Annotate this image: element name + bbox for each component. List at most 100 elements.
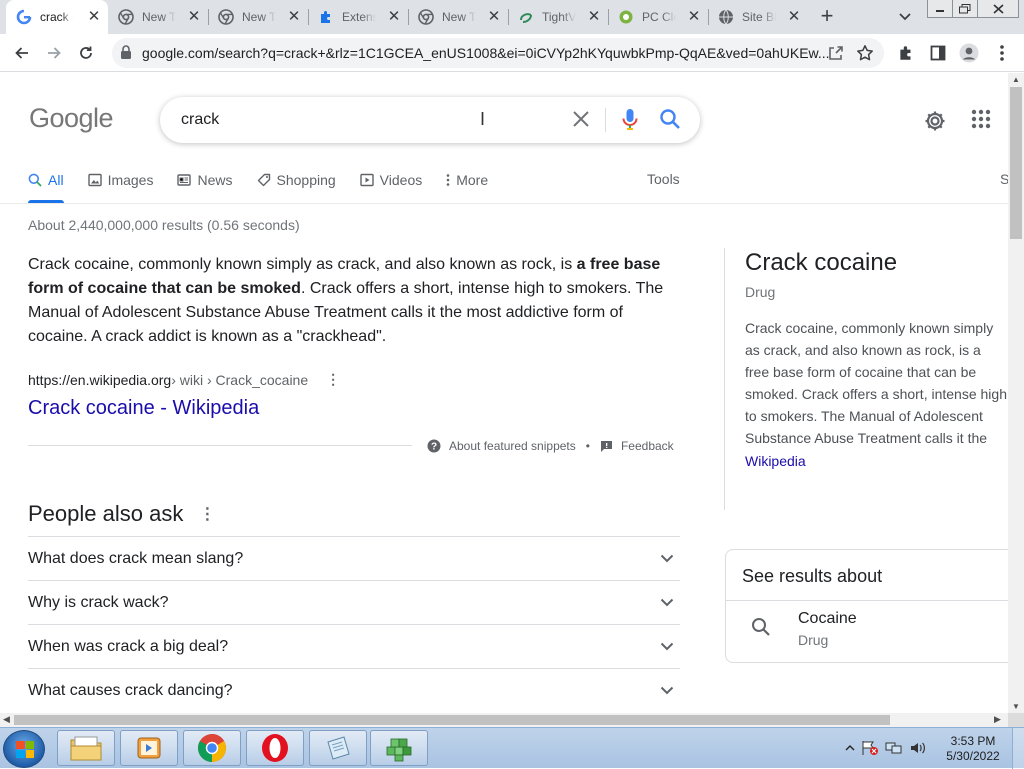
- horizontal-scrollbar[interactable]: ◀ ▶: [0, 713, 1008, 727]
- new-tab-button[interactable]: +: [815, 5, 839, 29]
- microphone-icon[interactable]: [621, 108, 639, 137]
- tab-pc-cleaner[interactable]: PC Cle ✕: [608, 0, 709, 34]
- paa-question-text: What does crack mean slang?: [28, 549, 244, 567]
- close-tab-icon[interactable]: ✕: [686, 9, 702, 25]
- close-tab-icon[interactable]: ✕: [286, 9, 302, 25]
- feedback-icon: [600, 440, 612, 452]
- tab-extensions[interactable]: Extensi ✕: [308, 0, 409, 34]
- search-icon[interactable]: [659, 108, 681, 135]
- paa-menu-icon[interactable]: ⋮: [199, 504, 215, 524]
- tab-title: Extensi: [342, 10, 376, 24]
- tab-crack[interactable]: crack - ✕: [6, 0, 108, 34]
- tab-new-tab-3[interactable]: New Ta ✕: [408, 0, 509, 34]
- tab-images[interactable]: Images: [87, 171, 153, 189]
- share-icon[interactable]: [828, 45, 844, 66]
- tab-more[interactable]: More: [446, 171, 488, 189]
- tab-new-tab-1[interactable]: New Ta ✕: [108, 0, 209, 34]
- paa-question[interactable]: What does crack mean slang?: [28, 536, 680, 580]
- scroll-up-arrow-icon[interactable]: ▲: [1012, 75, 1020, 84]
- paa-question[interactable]: Why is crack wack?: [28, 580, 680, 624]
- vertical-scrollbar[interactable]: ▲ ▼: [1008, 73, 1024, 713]
- search-input[interactable]: crack: [181, 111, 219, 129]
- puzzle-icon: [318, 9, 334, 25]
- tab-tightvnc[interactable]: TightV ✕: [508, 0, 609, 34]
- chrome-icon: [198, 734, 226, 762]
- taskbar-opera[interactable]: [246, 730, 304, 766]
- profile-avatar-icon[interactable]: [958, 42, 980, 64]
- reload-icon[interactable]: [74, 41, 98, 65]
- media-player-icon: [137, 737, 161, 759]
- horizontal-scroll-thumb[interactable]: [14, 715, 890, 725]
- lock-icon[interactable]: [120, 45, 132, 65]
- restore-button[interactable]: [952, 0, 978, 18]
- taskbar-media-player[interactable]: [120, 730, 178, 766]
- clear-search-icon[interactable]: [570, 108, 592, 135]
- tab-all[interactable]: All: [28, 171, 64, 189]
- close-tab-icon[interactable]: ✕: [86, 9, 102, 25]
- result-menu-icon[interactable]: ⋮: [326, 371, 340, 388]
- url-text[interactable]: google.com/search?q=crack+&rlz=1C1GCEA_e…: [142, 45, 832, 61]
- knowledge-panel-source-link[interactable]: Wikipedia: [745, 453, 806, 469]
- feedback-link[interactable]: Feedback: [621, 439, 674, 453]
- vertical-scroll-thumb[interactable]: [1010, 87, 1022, 239]
- tab-title: crack -: [40, 10, 74, 24]
- knowledge-panel-title: Crack cocaine: [745, 249, 898, 276]
- start-button[interactable]: [3, 730, 45, 768]
- close-tab-icon[interactable]: ✕: [586, 9, 602, 25]
- taskbar-explorer[interactable]: [57, 730, 115, 766]
- taskbar-cube-app[interactable]: [370, 730, 428, 766]
- tab-new-tab-2[interactable]: New Ta ✕: [208, 0, 309, 34]
- taskbar-chrome[interactable]: [183, 730, 241, 766]
- tab-search-chevron-icon[interactable]: [895, 8, 915, 26]
- explorer-icon: [70, 736, 102, 761]
- tools-button[interactable]: Tools: [647, 171, 680, 187]
- cite-path: › wiki › Crack_cocaine: [171, 371, 309, 388]
- scroll-down-arrow-icon[interactable]: ▼: [1012, 702, 1020, 711]
- side-panel-icon[interactable]: [927, 42, 949, 64]
- tab-shopping[interactable]: Shopping: [257, 171, 336, 189]
- close-tab-icon[interactable]: ✕: [486, 9, 502, 25]
- back-arrow-icon[interactable]: [10, 41, 34, 65]
- close-window-button[interactable]: [977, 0, 1019, 18]
- cube-app-icon: [386, 738, 412, 762]
- globe-icon: [718, 9, 734, 25]
- show-desktop-button[interactable]: [1012, 728, 1024, 769]
- knowledge-panel-divider: [724, 248, 725, 510]
- video-icon: [359, 173, 374, 187]
- extensions-puzzle-icon[interactable]: [895, 42, 917, 64]
- system-tray: [845, 740, 927, 756]
- minimize-button[interactable]: [927, 0, 953, 18]
- close-tab-icon[interactable]: ✕: [186, 9, 202, 25]
- about-featured-snippets-link[interactable]: About featured snippets: [449, 439, 576, 453]
- google-logo[interactable]: Google: [29, 103, 114, 134]
- tab-site-blocker[interactable]: Site Bl ✕: [708, 0, 808, 34]
- paa-question[interactable]: When was crack a big deal?: [28, 624, 680, 668]
- tab-news[interactable]: News: [177, 171, 233, 189]
- safesearch-button[interactable]: S: [1000, 171, 1008, 187]
- paa-question-text: Why is crack wack?: [28, 593, 169, 611]
- volume-icon: [911, 742, 925, 754]
- chevron-down-icon: [660, 686, 674, 695]
- tab-title: New Ta: [142, 10, 176, 24]
- paa-heading-text: People also ask: [28, 501, 184, 526]
- paa-question[interactable]: What causes crack dancing?: [28, 668, 680, 712]
- tab-videos[interactable]: Videos: [359, 171, 423, 189]
- forward-arrow-icon[interactable]: [42, 41, 66, 65]
- notepad-icon: [327, 736, 350, 760]
- taskbar-notepad[interactable]: [309, 730, 367, 766]
- featured-snippet-text: Crack cocaine, commonly known simply as …: [28, 253, 678, 349]
- close-tab-icon[interactable]: ✕: [786, 9, 802, 25]
- related-entity-name[interactable]: Cocaine: [798, 610, 857, 628]
- system-clock[interactable]: 3:53 PM 5/30/2022: [938, 734, 1008, 764]
- address-bar[interactable]: google.com/search?q=crack+&rlz=1C1GCEA_e…: [112, 38, 884, 68]
- search-box[interactable]: crack Ι: [160, 97, 700, 143]
- scroll-right-arrow-icon[interactable]: ▶: [994, 714, 1001, 725]
- result-title-link[interactable]: Crack cocaine - Wikipedia: [28, 397, 259, 420]
- bookmark-star-icon[interactable]: [856, 44, 874, 67]
- settings-gear-icon[interactable]: [923, 109, 947, 138]
- close-tab-icon[interactable]: ✕: [386, 9, 402, 25]
- google-apps-grid-icon[interactable]: [971, 109, 991, 134]
- tab-videos-label: Videos: [379, 172, 423, 188]
- chrome-menu-icon[interactable]: [991, 42, 1013, 64]
- scroll-left-arrow-icon[interactable]: ◀: [3, 714, 10, 725]
